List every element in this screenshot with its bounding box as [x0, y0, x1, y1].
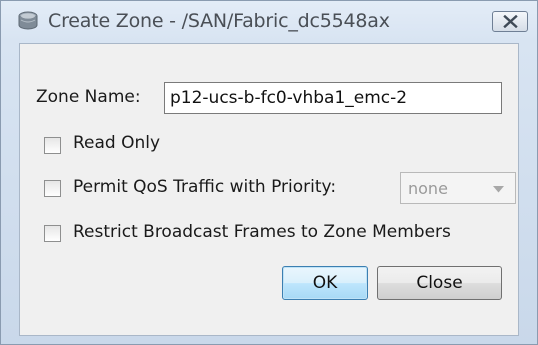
priority-select[interactable]: none	[400, 172, 516, 204]
close-button[interactable]: Close	[377, 266, 502, 300]
window-close-button[interactable]	[492, 11, 528, 32]
restrict-broadcast-checkbox[interactable]	[44, 225, 61, 242]
title-bar[interactable]: Create Zone - /SAN/Fabric_dc5548ax	[1, 1, 537, 41]
zone-cylinder-icon	[17, 10, 39, 32]
priority-select-value: none	[408, 179, 448, 198]
read-only-label: Read Only	[73, 133, 161, 153]
restrict-broadcast-label: Restrict Broadcast Frames to Zone Member…	[73, 222, 451, 242]
permit-qos-label: Permit QoS Traffic with Priority:	[73, 177, 337, 197]
dialog-content: Zone Name: p12-ucs-b-fc0-vhba1_emc-2 Rea…	[19, 43, 519, 336]
window-title: Create Zone - /SAN/Fabric_dc5548ax	[48, 10, 390, 32]
close-x-icon	[503, 15, 518, 28]
dialog-window: Create Zone - /SAN/Fabric_dc5548ax Zone …	[0, 0, 538, 345]
zone-name-label: Zone Name:	[36, 87, 141, 107]
chevron-down-icon	[493, 186, 504, 193]
ok-button[interactable]: OK	[282, 266, 368, 300]
permit-qos-checkbox[interactable]	[44, 180, 61, 197]
zone-name-input[interactable]: p12-ucs-b-fc0-vhba1_emc-2	[164, 82, 502, 114]
read-only-checkbox[interactable]	[44, 137, 61, 154]
